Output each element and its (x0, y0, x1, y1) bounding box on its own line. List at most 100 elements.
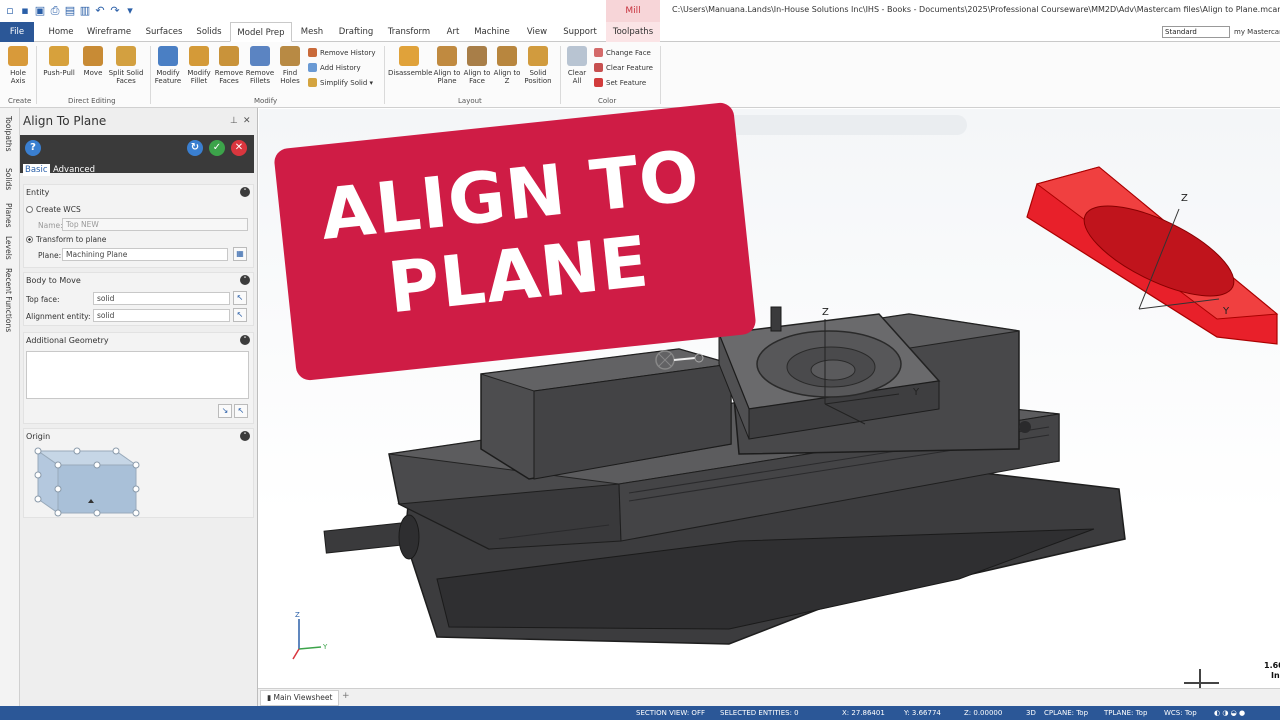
plane-selection-icon[interactable]: ▦ (233, 247, 247, 261)
group-separator (660, 46, 661, 104)
help-icon[interactable]: ? (25, 140, 41, 156)
tab-transform[interactable]: Transform (386, 22, 432, 42)
customize-icon[interactable]: ▾ (124, 5, 136, 17)
plane-label: Plane: (38, 251, 62, 260)
tab-solids[interactable]: Solids (192, 22, 226, 42)
side-tab-levels[interactable]: Levels (4, 236, 13, 260)
top-face-field[interactable]: solid (93, 292, 230, 305)
add-geometry-icon[interactable]: ↘ (218, 404, 232, 418)
align-to-plane-button[interactable]: Align to Plane (432, 46, 462, 85)
clear-all-button[interactable]: Clear All (564, 46, 590, 85)
origin-cube-selector[interactable] (30, 445, 142, 517)
modify-fillet-button[interactable]: Modify Fillet (184, 46, 214, 85)
simplify-solid-button[interactable]: Simplify Solid ▾ (308, 78, 373, 87)
add-history-button[interactable]: Add History (308, 63, 361, 72)
tab-home[interactable]: Home (44, 22, 78, 42)
hole-axis-button[interactable]: Hole Axis (4, 46, 32, 85)
tab-drafting[interactable]: Drafting (334, 22, 378, 42)
split-solid-faces-button[interactable]: Split Solid Faces (106, 46, 146, 85)
push-pull-icon (49, 46, 69, 66)
group-modify-label: Modify (254, 97, 278, 105)
side-tab-recent-functions[interactable]: Recent Functions (4, 268, 13, 332)
ok-icon[interactable]: ✓ (209, 140, 225, 156)
undo-icon[interactable]: ↶ (94, 5, 106, 17)
add-viewsheet-icon[interactable]: + (342, 691, 350, 701)
find-holes-button[interactable]: Find Holes (276, 46, 304, 85)
tab-toolpaths[interactable]: Toolpaths (606, 22, 660, 42)
side-tab-toolpaths[interactable]: Toolpaths (4, 116, 13, 152)
view-gnomon: Z Y (292, 611, 328, 660)
find-holes-icon (280, 46, 300, 66)
tab-surfaces[interactable]: Surfaces (142, 22, 186, 42)
remove-fillets-button[interactable]: Remove Fillets (244, 46, 276, 85)
mode-3d-toggle[interactable]: 3D (1026, 706, 1036, 720)
save-all-icon[interactable]: ▤ (64, 5, 76, 17)
group-color-label: Color (598, 97, 617, 105)
scale-value: 1.60 (1264, 661, 1280, 670)
section-view-status[interactable]: SECTION VIEW: OFF (636, 706, 705, 720)
new-file-icon[interactable]: ▫ (4, 5, 16, 17)
wcs-status[interactable]: WCS: Top (1164, 706, 1197, 720)
set-feature-button[interactable]: Set Feature (594, 78, 646, 87)
tab-support[interactable]: Support (560, 22, 600, 42)
align-to-z-button[interactable]: Align to Z (492, 46, 522, 85)
tab-view[interactable]: View (522, 22, 552, 42)
solid-position-button[interactable]: Solid Position (522, 46, 554, 85)
save-icon[interactable]: ▪ (19, 5, 31, 17)
open-icon[interactable]: ▥ (79, 5, 91, 17)
modify-feature-button[interactable]: Modify Feature (152, 46, 184, 85)
disassemble-button[interactable]: Disassemble (388, 46, 432, 77)
create-wcs-radio[interactable]: Create WCS (26, 205, 81, 214)
configuration-select[interactable]: Standard (1162, 26, 1230, 38)
clear-feature-button[interactable]: Clear Feature (594, 63, 653, 72)
collapse-icon[interactable]: ˄ (240, 335, 250, 345)
transform-to-plane-radio[interactable]: Transform to plane (26, 235, 106, 244)
collapse-icon[interactable]: ˄ (240, 187, 250, 197)
select-geometry-icon[interactable]: ↖ (234, 404, 248, 418)
main-viewsheet-tab[interactable]: ▮ Main Viewsheet (260, 690, 340, 706)
solid-position-icon (528, 46, 548, 66)
remove-faces-button[interactable]: Remove Faces (214, 46, 244, 85)
ok-and-create-new-icon[interactable]: ↻ (187, 140, 203, 156)
group-separator (384, 46, 385, 104)
tab-wireframe[interactable]: Wireframe (86, 22, 132, 42)
redo-icon[interactable]: ↷ (109, 5, 121, 17)
cancel-icon[interactable]: ✕ (231, 140, 247, 156)
alignment-entity-field[interactable]: solid (93, 309, 230, 322)
move-button[interactable]: Move (80, 46, 106, 77)
tab-basic[interactable]: Basic (23, 164, 50, 176)
remove-history-button[interactable]: Remove History (308, 48, 376, 57)
collapse-icon[interactable]: ˄ (240, 431, 250, 441)
additional-geometry-list[interactable] (26, 351, 249, 399)
display-mode-icons[interactable]: ◐ ◑ ◒ ● (1214, 706, 1245, 720)
side-tab-solids[interactable]: Solids (4, 168, 13, 190)
additional-geometry-section: Additional Geometry ˄ ↘ ↖ (23, 332, 254, 424)
top-face-label: Top face: (26, 295, 60, 304)
pin-icon[interactable]: ⊥ (230, 116, 238, 126)
tplane-status[interactable]: TPLANE: Top (1104, 706, 1147, 720)
tab-mesh[interactable]: Mesh (296, 22, 328, 42)
tab-advanced[interactable]: Advanced (53, 164, 95, 176)
collapse-icon[interactable]: ˄ (240, 275, 250, 285)
name-field[interactable]: Top NEW (62, 218, 248, 231)
group-separator (36, 46, 37, 104)
account-link[interactable]: my Mastercam (1234, 28, 1280, 36)
side-tab-planes[interactable]: Planes (4, 203, 13, 227)
select-alignment-icon[interactable]: ↖ (233, 308, 247, 322)
print-icon[interactable]: ⎙ (49, 5, 61, 17)
cplane-status[interactable]: CPLANE: Top (1044, 706, 1088, 720)
x-coordinate: X: 27.86401 (842, 709, 885, 717)
tab-art[interactable]: Art (440, 22, 466, 42)
align-to-face-button[interactable]: Align to Face (462, 46, 492, 85)
plane-field[interactable]: Machining Plane (62, 248, 228, 261)
quick-access-toolbar: ▫ ▪ ▣ ⎙ ▤ ▥ ↶ ↷ ▾ (0, 5, 136, 17)
save-as-icon[interactable]: ▣ (34, 5, 46, 17)
section-title: Body to Move (26, 276, 81, 285)
tab-file[interactable]: File (0, 22, 34, 42)
tab-model-prep[interactable]: Model Prep (230, 22, 292, 42)
select-top-face-icon[interactable]: ↖ (233, 291, 247, 305)
close-panel-icon[interactable]: ✕ (243, 116, 251, 126)
tab-machine[interactable]: Machine (472, 22, 512, 42)
change-face-button[interactable]: Change Face (594, 48, 651, 57)
push-pull-button[interactable]: Push-Pull (40, 46, 78, 77)
